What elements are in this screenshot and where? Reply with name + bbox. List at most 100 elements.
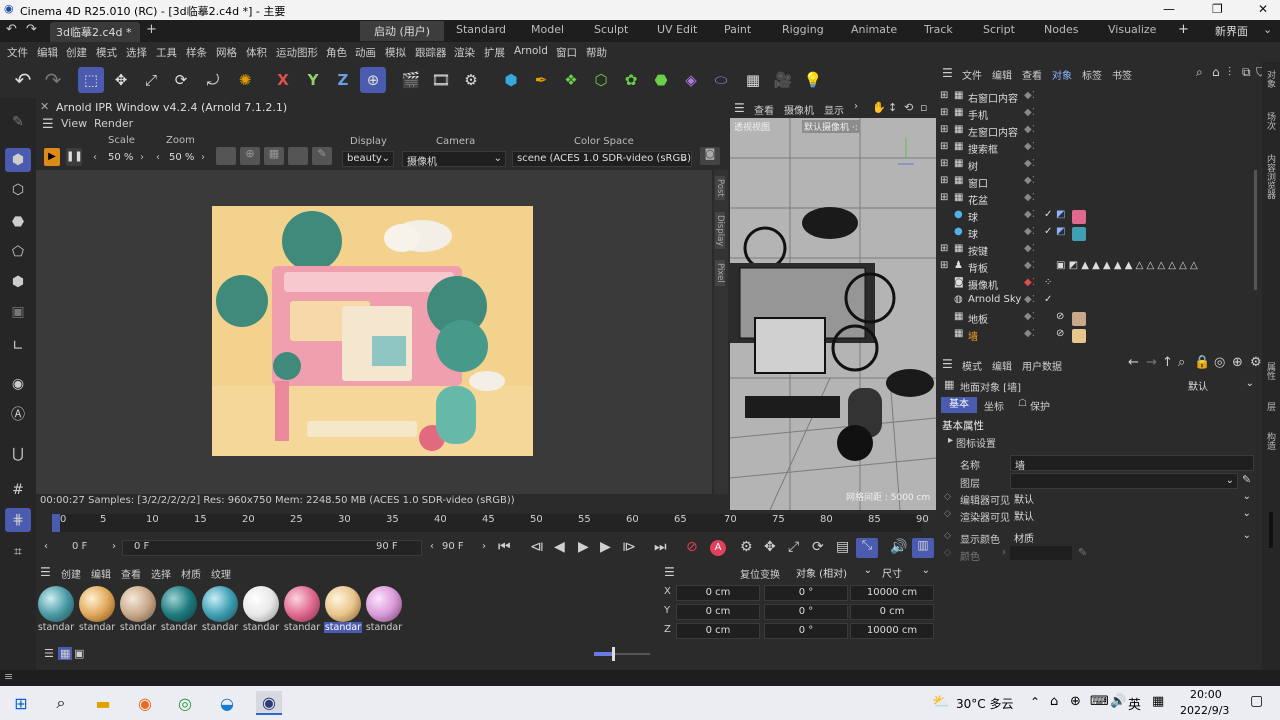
menu-extensions[interactable]: 扩展 — [484, 45, 505, 60]
position-y-field[interactable]: 0 cm — [676, 604, 760, 620]
go-to-end-icon[interactable]: ⏭ — [654, 539, 667, 555]
orbit-icon[interactable]: ↕ — [888, 101, 897, 114]
object-row[interactable]: ⊞ ▦ 手机 ◆⁚ — [938, 107, 1258, 124]
tab-layout-standard[interactable]: Standard — [456, 23, 506, 36]
color-swatch[interactable] — [1010, 546, 1072, 560]
menu-render[interactable]: 渲染 — [454, 45, 475, 60]
coordinate-system-icon[interactable]: ⊕ — [360, 67, 386, 93]
auto-key-icon[interactable]: A — [710, 540, 726, 556]
material-swatch-9[interactable] — [366, 586, 402, 622]
om-menu-tags[interactable]: 标签 — [1082, 67, 1102, 82]
search-icon[interactable]: ⌕ — [48, 691, 74, 715]
object-row[interactable]: ⊞ ▦ 左窗口内容 ◆⁚ — [938, 124, 1258, 141]
menu-animate[interactable]: 动画 — [355, 45, 376, 60]
material-swatch-1[interactable] — [38, 586, 74, 622]
current-frame-field[interactable]: 0 F — [134, 541, 149, 552]
hamburger-icon[interactable]: ☰ — [40, 565, 51, 579]
next-key-icon[interactable]: ⧐ — [622, 539, 636, 555]
object-row[interactable]: ⊞ ▦ 花盆 ◆⁚ — [938, 192, 1258, 209]
tag-icons[interactable]: ▣ ◩ ▲ ▲ ▲ ▲ ▲ △ △ △ △ △ △ — [1056, 260, 1198, 271]
polygons-mode-icon[interactable]: ⬢ — [5, 270, 31, 294]
undo-icon[interactable]: ↶ — [10, 67, 36, 93]
target-icon[interactable]: ◎ — [1214, 355, 1225, 370]
settings-icon[interactable]: ⚙ — [1250, 355, 1262, 370]
render-picture-viewer-icon[interactable]: 🎞 — [428, 67, 454, 93]
tab-layout-startup[interactable]: 启动 (用户) — [360, 21, 445, 41]
phong-tag-icon[interactable]: ◩ — [1056, 209, 1065, 220]
om-menu-file[interactable]: 文件 — [962, 67, 982, 82]
status-menu-icon[interactable]: ≡ — [4, 670, 13, 683]
visibility-dots[interactable]: ◆⁚ — [1024, 107, 1035, 118]
workplane-icon[interactable]: Ⓐ — [5, 402, 31, 426]
grid-view-icon[interactable]: ▦ — [58, 647, 73, 660]
material-tag-icon[interactable] — [1072, 227, 1086, 241]
cube-icon[interactable]: ⬢ — [498, 67, 524, 93]
mat-menu-texture[interactable]: 纹理 — [211, 566, 231, 581]
weather-icon[interactable]: ⛅ — [932, 694, 949, 710]
menu-create[interactable]: 创建 — [66, 45, 87, 60]
key-pla-icon[interactable]: ⤡ — [856, 538, 878, 558]
visibility-dots[interactable]: ◆⁚ — [1024, 124, 1035, 135]
camera-tag-icon[interactable]: ⁘ — [1044, 277, 1052, 288]
expand-icon[interactable]: ⊞ — [940, 158, 948, 169]
menu-window[interactable]: 窗口 — [556, 45, 577, 60]
minimize-button[interactable]: — — [1163, 2, 1175, 16]
menu-arnold[interactable]: Arnold — [514, 45, 548, 57]
phong-tag-icon[interactable]: ◩ — [1056, 226, 1065, 237]
tab-post[interactable]: Post — [715, 176, 725, 200]
start-frame-field[interactable]: 0 F — [72, 541, 87, 552]
object-row[interactable]: ⊞ ▦ 窗口 ◆⁚ — [938, 175, 1258, 192]
rotate-icon[interactable]: ⟳ — [168, 67, 194, 93]
clock-time[interactable]: 20:00 — [1190, 688, 1222, 701]
next-frame-icon[interactable]: ▶ — [600, 539, 611, 555]
object-row[interactable]: ▦ 地板 ◆⁚ ⊘ — [938, 311, 1258, 328]
chevron-down-icon[interactable]: ⌄ — [1263, 23, 1272, 36]
search-icon[interactable]: ⌕ — [1196, 65, 1203, 80]
keyboard-icon[interactable]: ⌨ — [1090, 694, 1109, 709]
menu-spline[interactable]: 样条 — [186, 45, 207, 60]
tag-icon[interactable]: ⬭ — [708, 67, 734, 93]
viewport-menu-display[interactable]: 显示 — [824, 102, 844, 117]
uv-mode-icon[interactable]: ▣ — [5, 300, 31, 324]
redo-icon[interactable]: ↷ — [26, 22, 37, 37]
forward-arrow-icon[interactable]: → — [1146, 355, 1157, 370]
sound-icon[interactable]: 🔊 — [890, 539, 907, 555]
visibility-dots[interactable]: ◆⁚ — [1024, 175, 1035, 186]
workplane-snap-icon[interactable]: ⋕ — [5, 508, 31, 532]
z-axis-icon[interactable]: Z — [330, 67, 356, 93]
expand-icon[interactable]: ⊞ — [940, 124, 948, 135]
zoom-value[interactable]: 50 % — [169, 152, 194, 163]
attr-tab-coordinates[interactable]: 坐标 — [984, 398, 1004, 413]
pan-icon[interactable]: ✋ — [872, 101, 886, 114]
add-layout-icon[interactable]: + — [1178, 22, 1189, 37]
object-row[interactable]: ◍ Arnold Sky ◆⁚ ✓ — [938, 294, 1258, 311]
chevron-up-icon[interactable]: ⌃ — [1030, 695, 1040, 709]
key-scale-icon[interactable]: ⤢ — [788, 539, 799, 555]
coord-size-select[interactable]: 尺寸 ⌄ — [878, 564, 932, 580]
play-icon[interactable]: ▶ — [578, 539, 589, 555]
model-mode-icon[interactable]: ⬢ — [5, 148, 31, 172]
menu-mode[interactable]: 模式 — [96, 45, 117, 60]
visibility-dots[interactable]: ◆⁚ — [1024, 192, 1035, 203]
render-view-icon[interactable]: 🎬 — [398, 67, 424, 93]
menu-edit[interactable]: 编辑 — [37, 45, 58, 60]
quantize-icon[interactable]: ⌗ — [5, 540, 31, 564]
new-panel-icon[interactable]: ⊕ — [1232, 355, 1243, 370]
expand-arrow-icon[interactable]: › — [1002, 547, 1006, 558]
globe-icon[interactable]: ⊕ — [240, 147, 260, 165]
visibility-dots[interactable]: ◆⁚ — [1024, 209, 1035, 220]
rotation-y-field[interactable]: 0 ° — [764, 604, 848, 620]
object-row[interactable]: ◙ 摄像机 ◆⁚ ⁘ — [938, 277, 1258, 294]
object-row[interactable]: ⊞ ▦ 搜索框 ◆⁚ — [938, 141, 1258, 158]
display-select[interactable]: beauty ⌄ — [342, 151, 394, 167]
size-y-field[interactable]: 0 cm — [850, 604, 934, 620]
timeline-options-icon[interactable]: ▥ — [912, 538, 934, 558]
menu-file[interactable]: 文件 — [7, 45, 28, 60]
position-x-field[interactable]: 0 cm — [676, 585, 760, 601]
tab-pixel[interactable]: Pixel — [715, 260, 725, 286]
object-row[interactable]: ● 球 ◆⁚ ✓ ◩ — [938, 226, 1258, 243]
notification-icon[interactable]: ▢ — [1250, 693, 1263, 709]
cinema4d-taskbar-icon[interactable]: ◉ — [256, 691, 282, 715]
compositing-tag-icon[interactable]: ⊘ — [1056, 328, 1064, 339]
expand-icon[interactable]: ⊞ — [940, 192, 948, 203]
